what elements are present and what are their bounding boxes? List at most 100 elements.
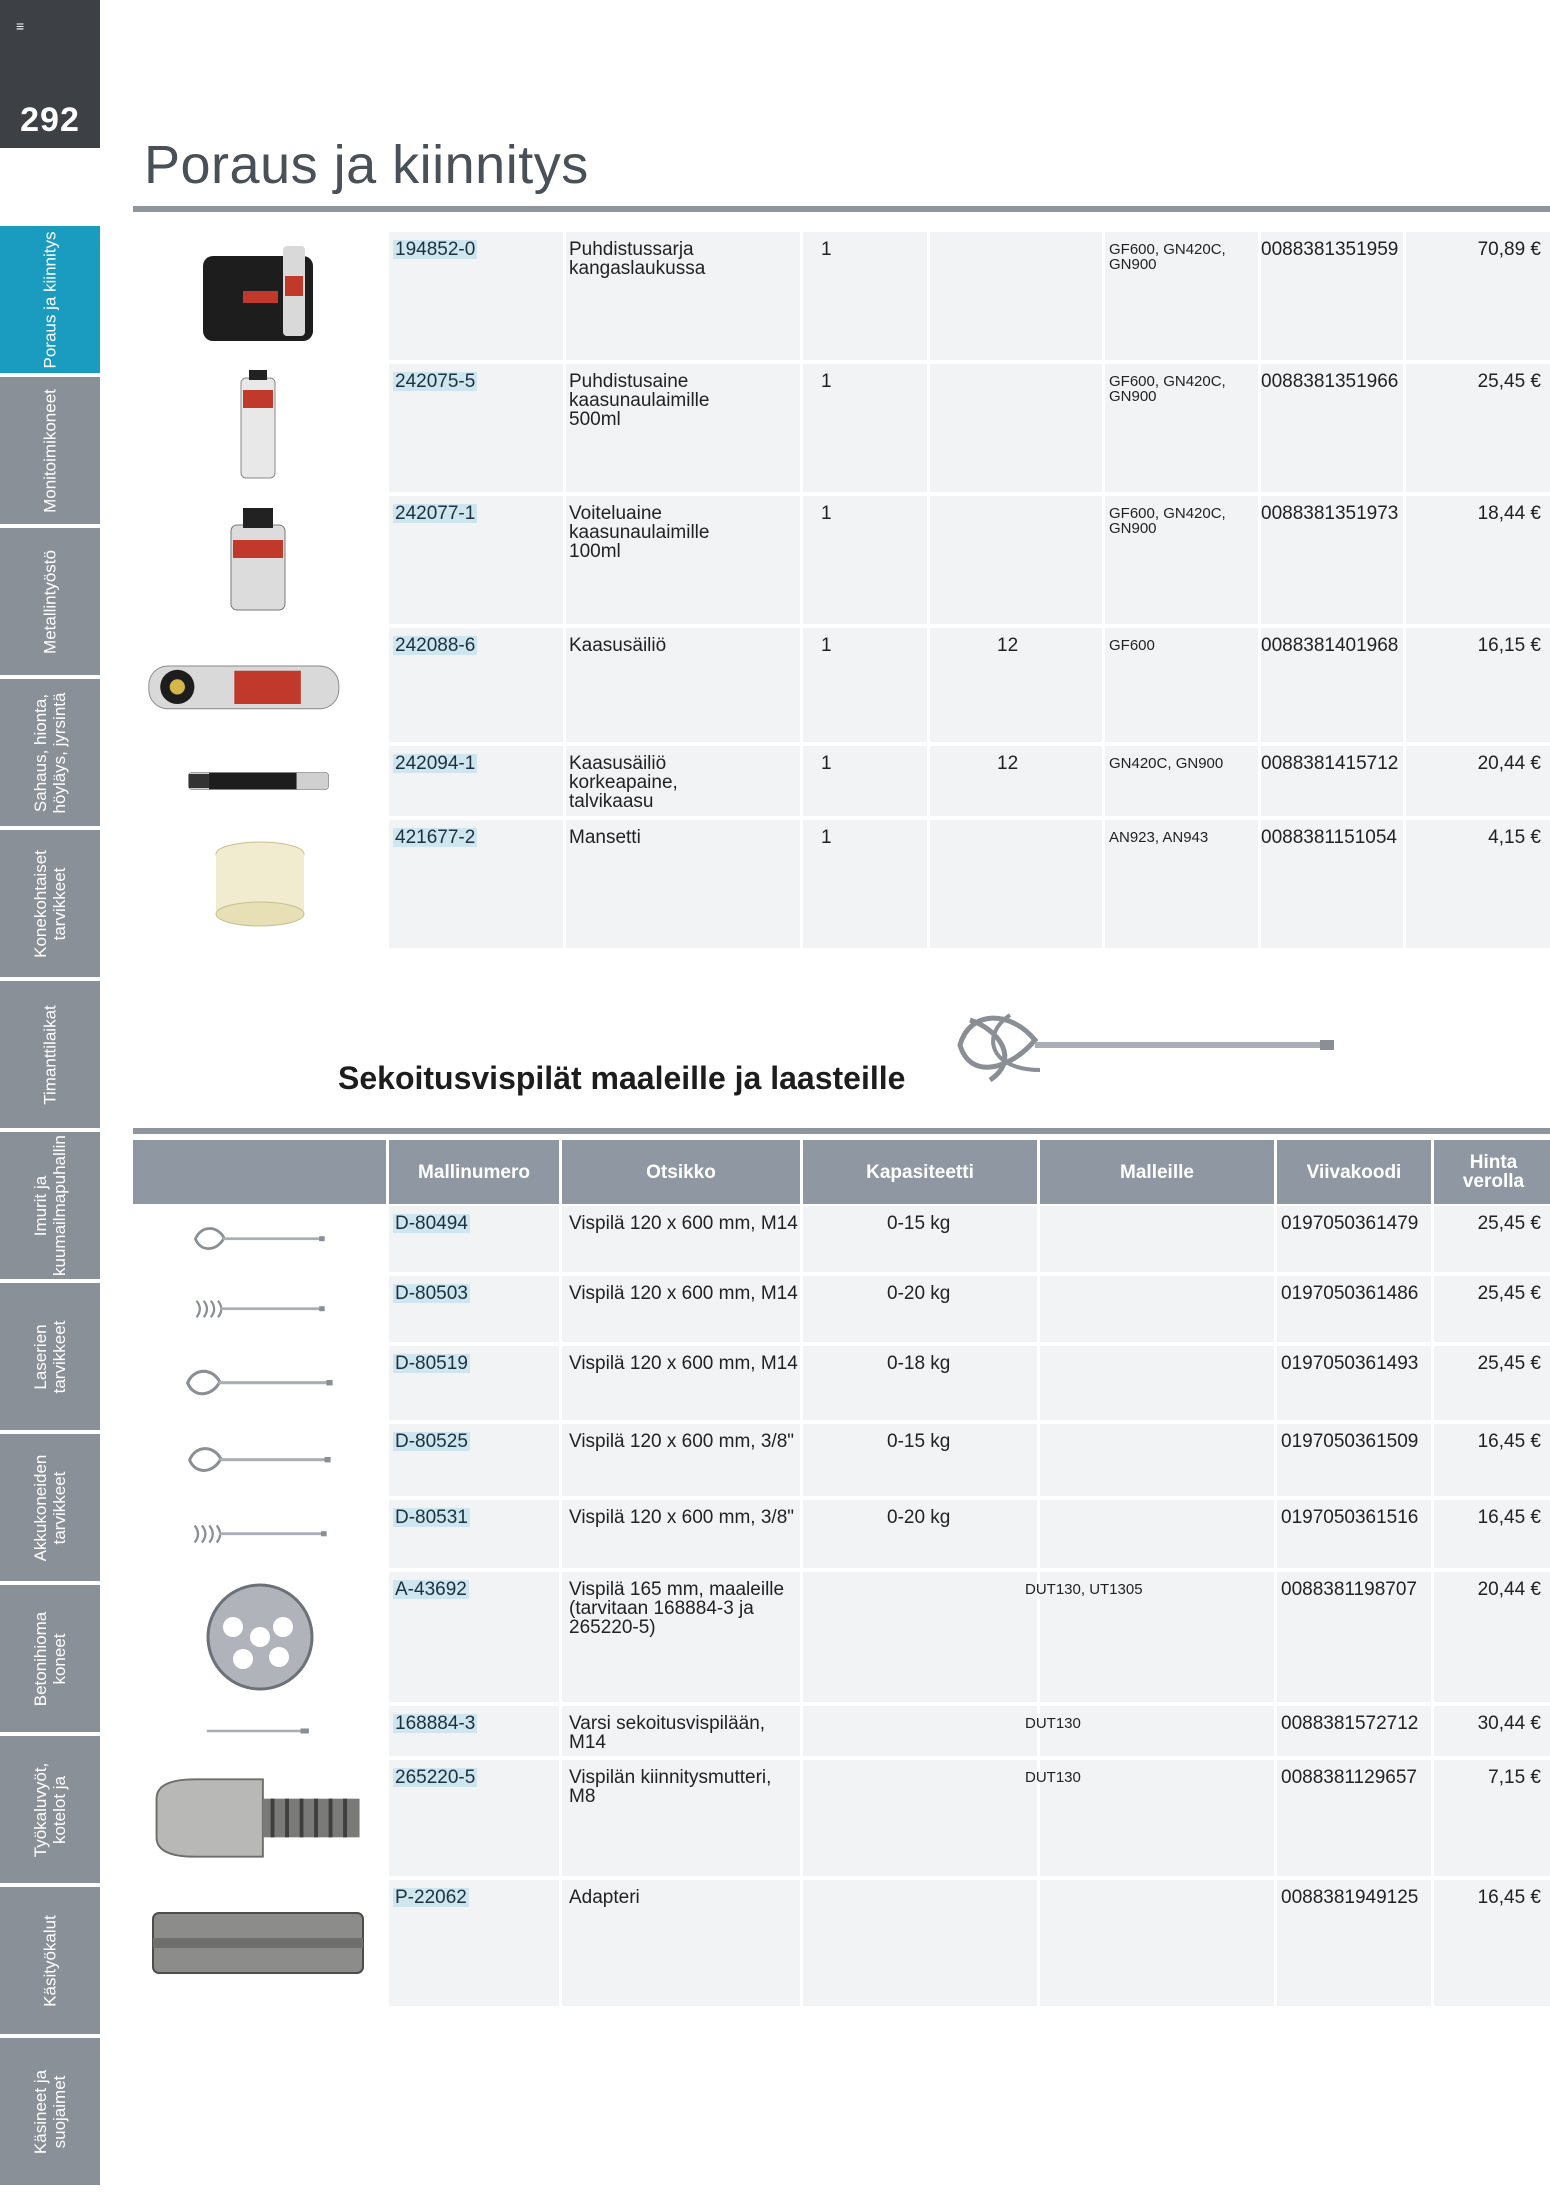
header-capacity: Kapasiteetti xyxy=(803,1140,1037,1204)
product-title: Mansetti xyxy=(569,827,641,848)
header-barcode: Viivakoodi xyxy=(1277,1140,1431,1204)
whisk-image xyxy=(193,1227,325,1250)
barcode: 0197050361509 xyxy=(1281,1431,1419,1452)
product-image xyxy=(133,820,386,948)
capacity-cell xyxy=(803,1760,1037,1876)
table-row: 265220-5 Vispilän kiinnitysmutteri, M8 DUT… xyxy=(133,1760,1550,1876)
side-tab[interactable]: Timanttilaikat xyxy=(0,981,100,1128)
side-tab-label: Akkukoneiden tarvikkeet xyxy=(31,1454,69,1561)
product-title: Voiteluaine kaasunaulaimille 100ml xyxy=(569,503,710,562)
price: 4,15 € xyxy=(1488,827,1541,848)
product-image xyxy=(133,628,386,742)
side-tab[interactable]: Metallintyöstö xyxy=(0,528,100,675)
product-title: Vispilä 120 x 600 mm, 3/8" xyxy=(569,1431,795,1452)
product-image xyxy=(133,1880,386,2006)
side-tab[interactable]: Käsityökalut xyxy=(0,1887,100,2034)
side-tab[interactable]: Laserien tarvikkeet xyxy=(0,1283,100,1430)
menu-icon[interactable]: ≡ xyxy=(16,18,24,34)
table-row: 242094-1 Kaasusäiliö korkeapaine, talvika… xyxy=(133,746,1550,816)
side-tab-label: Laserien tarvikkeet xyxy=(31,1320,69,1393)
model-number-link[interactable]: D-80494 xyxy=(393,1214,470,1233)
models-cell xyxy=(1040,1276,1274,1342)
price: 16,45 € xyxy=(1477,1887,1541,1908)
model-number-link[interactable]: 194852-0 xyxy=(393,240,478,259)
product-title: Kaasusäiliö xyxy=(569,635,667,656)
model-number-link[interactable]: D-80525 xyxy=(393,1432,470,1451)
quantity: 1 xyxy=(821,635,832,656)
page-title: Poraus ja kiinnitys xyxy=(144,135,589,195)
model-number-link[interactable]: 421677-2 xyxy=(393,828,478,847)
side-tab[interactable]: Käsineet ja suojaimet xyxy=(0,2038,100,2185)
barcode: 0197050361493 xyxy=(1281,1353,1419,1374)
nut-image xyxy=(155,1778,360,1858)
side-tab[interactable]: Työkaluvyöt, kotelot ja xyxy=(0,1736,100,1883)
side-tab-label: Imurit ja kuumailmapuhallin xyxy=(31,1134,69,1276)
compatible-models: GF600, GN420C, GN900 xyxy=(1109,373,1226,405)
barcode: 0088381351966 xyxy=(1261,371,1399,392)
side-tab[interactable]: Betonihioma koneet xyxy=(0,1585,100,1732)
product-image xyxy=(133,1500,386,1568)
model-number-link[interactable]: 168884-3 xyxy=(393,1714,478,1733)
barcode: 0088381351959 xyxy=(1261,239,1399,260)
fuel-cell-image xyxy=(188,771,329,791)
product-image xyxy=(133,1346,386,1420)
price: 16,45 € xyxy=(1477,1431,1541,1452)
side-tab[interactable]: Monitoimikoneet xyxy=(0,377,100,524)
product-image xyxy=(133,1206,386,1272)
model-number-link[interactable]: 242077-1 xyxy=(393,504,478,523)
side-tab-label: Timanttilaikat xyxy=(40,1004,60,1105)
side-tab[interactable]: Konekohtaiset tarvikkeet xyxy=(0,830,100,977)
model-number-link[interactable]: 265220-5 xyxy=(393,1768,478,1787)
compatible-models: GF600, GN420C, GN900 xyxy=(1109,505,1226,537)
product-image xyxy=(133,364,386,492)
price: 7,15 € xyxy=(1488,1767,1541,1788)
models-cell xyxy=(1040,1500,1274,1568)
compatible-models: GF600 xyxy=(1109,637,1155,654)
table-row: 242077-1 Voiteluaine kaasunaulaimille 100… xyxy=(133,496,1550,624)
model-number-link[interactable]: A-43692 xyxy=(393,1580,469,1599)
side-tab[interactable]: Poraus ja kiinnitys xyxy=(0,226,100,373)
models-cell xyxy=(1040,1880,1274,2006)
model-number-link[interactable]: D-80531 xyxy=(393,1508,470,1527)
side-tab-label: Sahaus, hionta, höyläys, jyrsintä xyxy=(31,692,69,813)
product-image xyxy=(133,1424,386,1496)
table-row: D-80525 Vispilä 120 x 600 mm, 3/8" 0-15 kg… xyxy=(133,1424,1550,1496)
side-tab-label: Metallintyöstö xyxy=(40,549,60,654)
section-divider xyxy=(133,1128,1550,1134)
quantity: 1 xyxy=(821,371,832,392)
side-tab[interactable]: Imurit ja kuumailmapuhallin xyxy=(0,1132,100,1279)
model-number-link[interactable]: P-22062 xyxy=(393,1888,469,1907)
model-number-link[interactable]: D-80503 xyxy=(393,1284,470,1303)
product-image xyxy=(133,1760,386,1876)
price: 20,44 € xyxy=(1477,1579,1541,1600)
table-row: 421677-2 Mansetti 1 AN923, AN943 00883811510… xyxy=(133,820,1550,948)
model-number-link[interactable]: 242088-6 xyxy=(393,636,478,655)
page-number: 292 xyxy=(20,101,80,139)
model-number-link[interactable]: 242075-5 xyxy=(393,372,478,391)
price: 25,45 € xyxy=(1477,371,1541,392)
model-number-link[interactable]: D-80519 xyxy=(393,1354,470,1373)
models-cell xyxy=(1040,1346,1274,1420)
header-models: Malleille xyxy=(1040,1140,1274,1204)
price: 16,45 € xyxy=(1477,1507,1541,1528)
header-model-number: Mallinumero xyxy=(389,1140,559,1204)
pack-quantity-cell xyxy=(930,364,1102,492)
capacity: 0-20 kg xyxy=(887,1283,951,1304)
price: 25,45 € xyxy=(1477,1283,1541,1304)
compatible-models: AN923, AN943 xyxy=(1109,829,1209,846)
side-tab[interactable]: Akkukoneiden tarvikkeet xyxy=(0,1434,100,1581)
capacity-cell xyxy=(803,1572,1037,1702)
quantity: 1 xyxy=(821,239,832,260)
barcode: 0197050361479 xyxy=(1281,1213,1419,1234)
header-price: Hinta verolla xyxy=(1434,1140,1550,1204)
side-tab[interactable]: Sahaus, hionta, höyläys, jyrsintä xyxy=(0,679,100,826)
oil-bottle-image xyxy=(230,508,286,611)
model-number-link[interactable]: 242094-1 xyxy=(393,754,478,773)
quantity: 1 xyxy=(821,827,832,848)
barcode: 0088381572712 xyxy=(1281,1713,1419,1734)
pack-quantity: 12 xyxy=(997,753,1019,774)
section-title: Sekoitusvispilät maaleille ja laasteille xyxy=(338,1060,906,1096)
price: 20,44 € xyxy=(1477,753,1541,774)
table-row: 242075-5 Puhdistusaine kaasunaulaimille 5… xyxy=(133,364,1550,492)
table-row: A-43692 Vispilä 165 mm, maaleille (tarvit… xyxy=(133,1572,1550,1702)
